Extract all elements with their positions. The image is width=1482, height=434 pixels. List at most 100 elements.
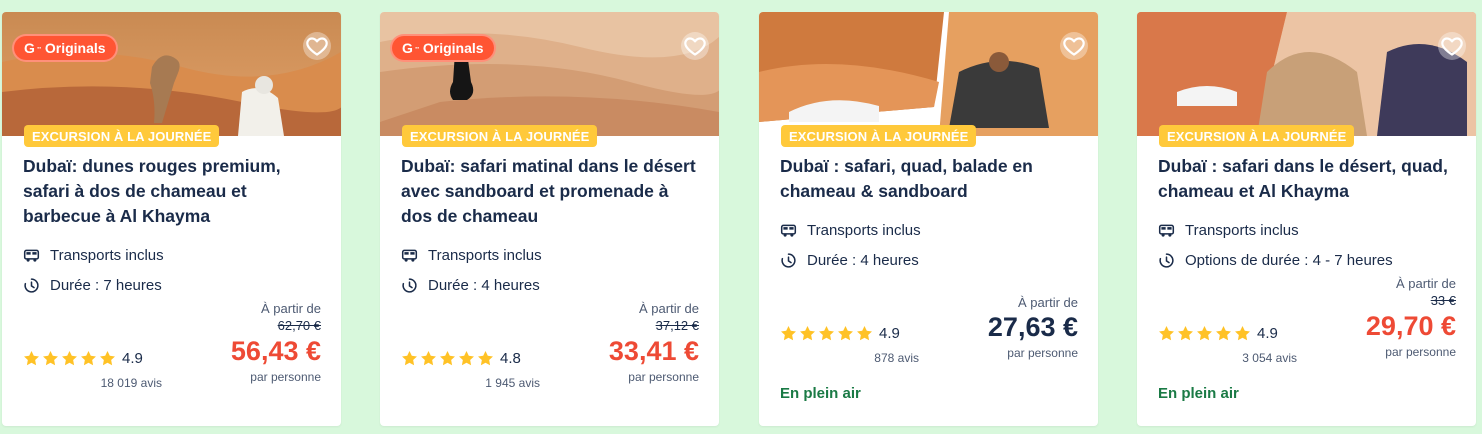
wishlist-heart-button[interactable] xyxy=(303,32,331,60)
clock-icon xyxy=(1158,252,1175,269)
clock-icon xyxy=(401,277,418,294)
wishlist-heart-button[interactable] xyxy=(1060,32,1088,60)
current-price: 33,41 € xyxy=(608,336,699,366)
star-icon xyxy=(1234,325,1251,342)
desert-dunes-photo xyxy=(380,12,719,136)
activity-title[interactable]: Dubaï: safari matinal dans le désert ave… xyxy=(401,154,701,229)
rating: 4.9 xyxy=(23,350,143,367)
star-icon xyxy=(80,350,97,367)
activity-card[interactable]: G ·· Originals EXCURSION À LA JOURNÉE Duba… xyxy=(2,12,341,426)
outdoor-tag: En plein air xyxy=(780,385,861,402)
bus-icon xyxy=(1158,222,1175,239)
heart-icon xyxy=(305,34,329,58)
star-icon xyxy=(23,350,40,367)
rating: 4.8 xyxy=(401,350,521,367)
price-block: À partir de 33 € 29,70 € par personne xyxy=(1366,276,1456,360)
current-price: 29,70 € xyxy=(1365,311,1456,341)
star-icon xyxy=(401,350,418,367)
star-icon xyxy=(99,350,116,367)
price-block: À partir de 62,70 € 56,43 € par personne xyxy=(231,301,321,385)
activity-title[interactable]: Dubaï : safari, quad, balade en chameau … xyxy=(780,154,1080,204)
star-rating xyxy=(401,350,494,367)
current-price: 27,63 € xyxy=(987,312,1078,342)
originals-badge: G ·· Originals xyxy=(390,34,496,62)
star-icon xyxy=(42,350,59,367)
rating-value: 4.8 xyxy=(500,350,521,367)
original-price: 62,70 € xyxy=(277,318,321,333)
activity-card[interactable]: G ·· Originals EXCURSION À LA JOURNÉE Duba… xyxy=(380,12,719,426)
from-label: À partir de xyxy=(1018,295,1078,310)
star-icon xyxy=(1158,325,1175,342)
per-person-label: par personne xyxy=(1007,346,1078,360)
activity-image[interactable] xyxy=(759,12,1098,136)
desert-safari-collage-photo xyxy=(1137,12,1476,136)
star-rating xyxy=(1158,325,1251,342)
category-tag: EXCURSION À LA JOURNÉE xyxy=(24,125,220,147)
bus-icon xyxy=(401,247,418,264)
rating: 4.9 xyxy=(780,325,900,342)
originals-badge: G ·· Originals xyxy=(12,34,118,62)
star-icon xyxy=(837,325,854,342)
heart-icon xyxy=(683,34,707,58)
star-icon xyxy=(780,325,797,342)
star-icon xyxy=(61,350,78,367)
star-icon xyxy=(1177,325,1194,342)
star-icon xyxy=(1215,325,1232,342)
star-icon xyxy=(799,325,816,342)
price-block: À partir de 27,63 € par personne xyxy=(988,295,1078,361)
from-label: À partir de xyxy=(1396,276,1456,291)
star-rating xyxy=(780,325,873,342)
desert-camel-photo xyxy=(2,12,341,136)
activity-card[interactable]: EXCURSION À LA JOURNÉE Dubaï : safari, q… xyxy=(759,12,1098,426)
desert-quad-collage-photo xyxy=(759,12,1098,136)
wishlist-heart-button[interactable] xyxy=(1438,32,1466,60)
rating: 4.9 xyxy=(1158,325,1278,342)
activity-image[interactable] xyxy=(1137,12,1476,136)
rating-value: 4.9 xyxy=(1257,325,1278,342)
star-icon xyxy=(420,350,437,367)
category-tag: EXCURSION À LA JOURNÉE xyxy=(1159,125,1355,147)
feature-duration: Durée : 4 heures xyxy=(401,277,540,294)
heart-icon xyxy=(1062,34,1086,58)
heart-icon xyxy=(1440,34,1464,58)
category-tag: EXCURSION À LA JOURNÉE xyxy=(402,125,598,147)
star-icon xyxy=(458,350,475,367)
current-price: 56,43 € xyxy=(230,336,321,366)
feature-transport: Transports inclus xyxy=(401,247,542,264)
activity-title[interactable]: Dubaï : safari dans le désert, quad, cha… xyxy=(1158,154,1458,204)
wishlist-heart-button[interactable] xyxy=(681,32,709,60)
rating-value: 4.9 xyxy=(879,325,900,342)
activity-card[interactable]: EXCURSION À LA JOURNÉE Dubaï : safari da… xyxy=(1137,12,1476,426)
activity-image[interactable]: G ·· Originals xyxy=(2,12,341,136)
review-count: 878 avis xyxy=(874,351,919,365)
star-icon xyxy=(1196,325,1213,342)
bus-icon xyxy=(23,247,40,264)
star-icon xyxy=(439,350,456,367)
bus-icon xyxy=(780,222,797,239)
feature-transport: Transports inclus xyxy=(1158,222,1299,239)
review-count: 3 054 avis xyxy=(1242,351,1297,365)
star-icon xyxy=(856,325,873,342)
per-person-label: par personne xyxy=(250,370,321,384)
per-person-label: par personne xyxy=(628,370,699,384)
activity-image[interactable]: G ·· Originals xyxy=(380,12,719,136)
price-block: À partir de 37,12 € 33,41 € par personne xyxy=(609,301,699,385)
activity-title[interactable]: Dubaï: dunes rouges premium, safari à do… xyxy=(23,154,323,229)
review-count: 18 019 avis xyxy=(100,376,162,390)
rating-value: 4.9 xyxy=(122,350,143,367)
feature-duration: Durée : 7 heures xyxy=(23,277,162,294)
feature-duration: Options de durée : 4 - 7 heures xyxy=(1158,252,1393,269)
category-tag: EXCURSION À LA JOURNÉE xyxy=(781,125,977,147)
original-price: 37,12 € xyxy=(655,318,699,333)
feature-transport: Transports inclus xyxy=(780,222,921,239)
star-icon xyxy=(818,325,835,342)
outdoor-tag: En plein air xyxy=(1158,385,1239,402)
review-count: 1 945 avis xyxy=(485,376,540,390)
original-price: 33 € xyxy=(1430,293,1456,308)
feature-transport: Transports inclus xyxy=(23,247,164,264)
clock-icon xyxy=(780,252,797,269)
per-person-label: par personne xyxy=(1385,345,1456,359)
star-rating xyxy=(23,350,116,367)
star-icon xyxy=(477,350,494,367)
from-label: À partir de xyxy=(639,301,699,316)
